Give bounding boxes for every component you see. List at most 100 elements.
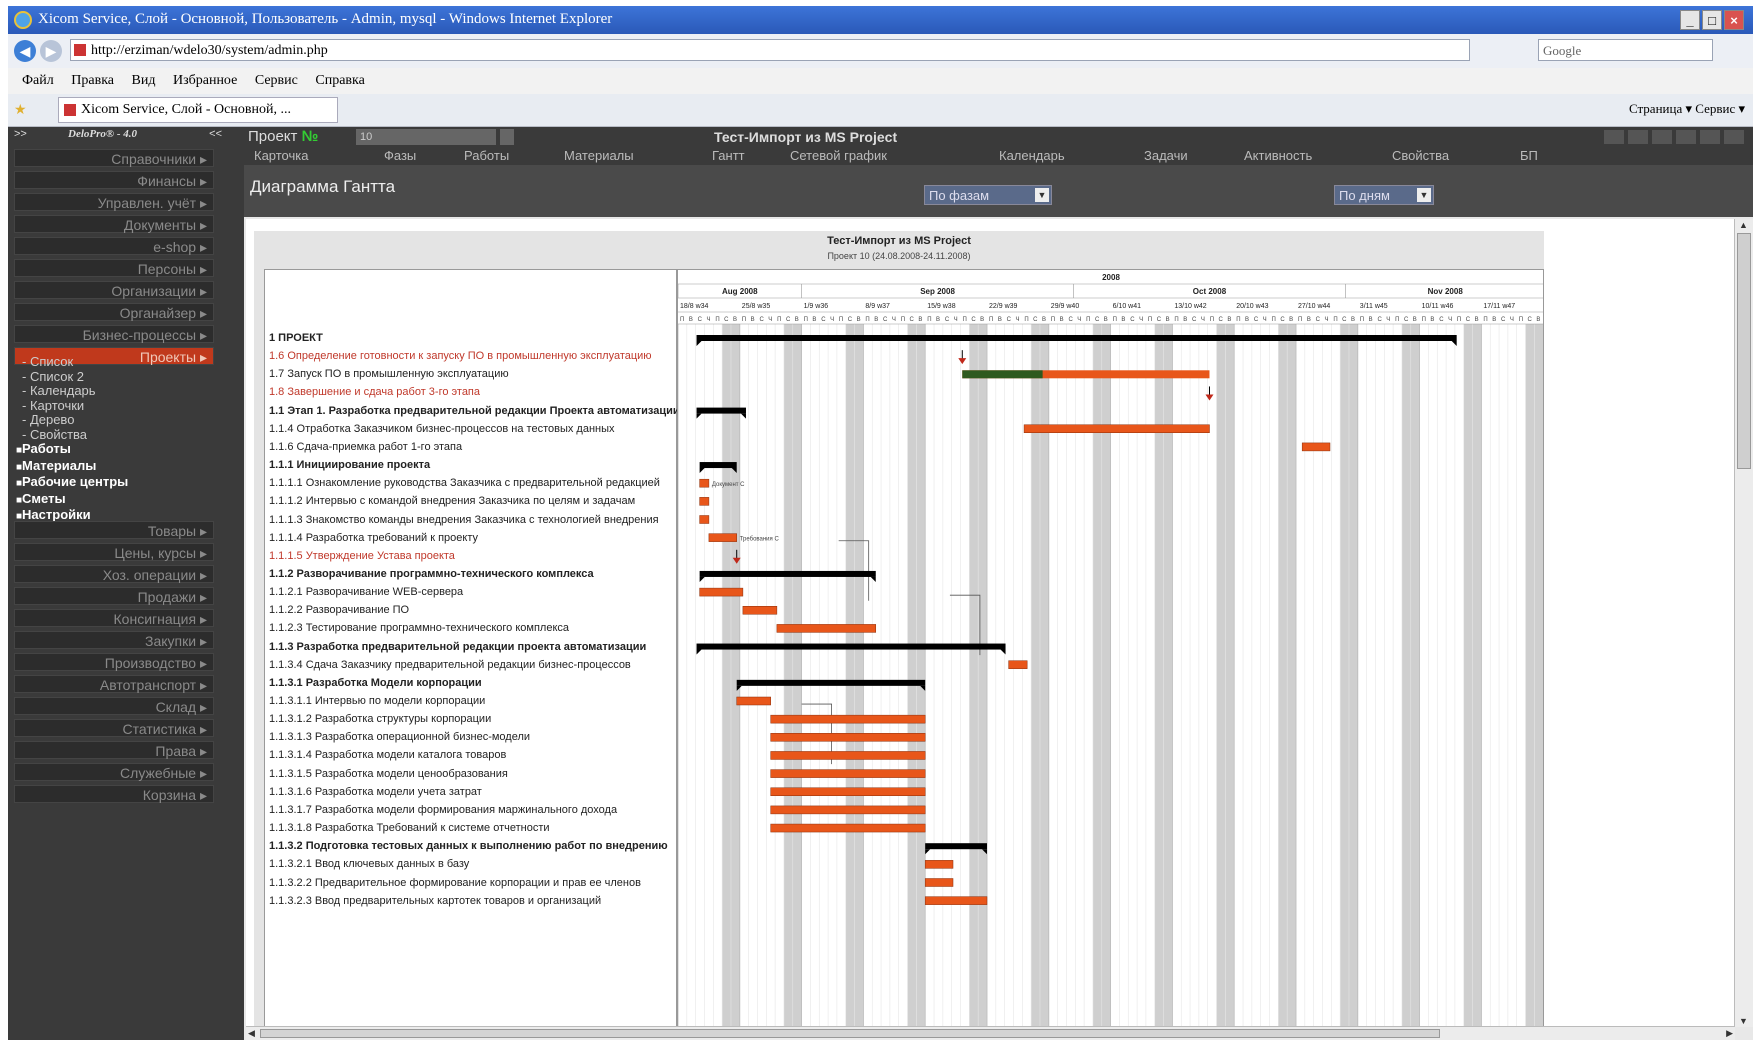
tab-2[interactable]: Фазы xyxy=(384,147,416,165)
command-bar[interactable]: Страница ▾ Сервис ▾ xyxy=(1629,101,1745,117)
sidebar-item[interactable]: Товары ▸ xyxy=(14,521,214,539)
task-name[interactable]: 1.1.3.4 Сдача Заказчику предварительной … xyxy=(269,659,677,671)
sidebar-item[interactable]: Продажи ▸ xyxy=(14,587,214,605)
horizontal-scroll-thumb[interactable] xyxy=(260,1029,1440,1038)
task-name[interactable]: 1.1.4 Отработка Заказчиком бизнес-процес… xyxy=(269,423,677,435)
task-name[interactable]: 1.1.2.2 Разворачивание ПО xyxy=(269,604,677,616)
submenu-item[interactable]: - Свойства xyxy=(16,427,236,443)
task-name[interactable]: 1.1.3.2.1 Ввод ключевых данных в базу xyxy=(269,858,677,870)
vertical-scrollbar[interactable]: ▲ ▼ xyxy=(1734,219,1753,1027)
submenu-item[interactable]: - Календарь xyxy=(16,383,236,399)
task-name[interactable]: 1.1.1.5 Утверждение Устава проекта xyxy=(269,550,677,562)
sidebar-item[interactable]: Организации ▸ xyxy=(14,281,214,299)
sidebar-item[interactable]: Служебные ▸ xyxy=(14,763,214,781)
sidebar-item[interactable]: Права ▸ xyxy=(14,741,214,759)
back-icon[interactable]: ◀ xyxy=(14,40,36,62)
menu-help[interactable]: Справка xyxy=(315,73,364,88)
project-lookup-button[interactable] xyxy=(500,129,514,145)
task-name[interactable]: 1.1.3.1.3 Разработка операционной бизнес… xyxy=(269,731,677,743)
tab-9[interactable]: Активность xyxy=(1244,147,1312,165)
collapse-button[interactable]: << xyxy=(209,128,222,140)
submenu-group[interactable]: Работы xyxy=(16,441,236,459)
menu-edit[interactable]: Правка xyxy=(71,73,114,88)
tab-3[interactable]: Работы xyxy=(464,147,509,165)
scroll-left-icon[interactable]: ◀ xyxy=(248,1028,255,1039)
task-name[interactable]: 1.1.3.1.2 Разработка структуры корпораци… xyxy=(269,713,677,725)
submenu-item[interactable]: - Список xyxy=(16,354,236,370)
task-name[interactable]: 1.1.1.1 Ознакомление руководства Заказчи… xyxy=(269,477,677,489)
task-name[interactable]: 1.1.3.1.8 Разработка Требований к систем… xyxy=(269,822,677,834)
task-name[interactable]: 1.1.3.1.4 Разработка модели каталога тов… xyxy=(269,749,677,761)
search-input[interactable]: Google xyxy=(1538,39,1713,61)
tab-1[interactable]: Карточка xyxy=(254,147,308,165)
task-name[interactable]: 1.1.1.4 Разработка требований к проекту xyxy=(269,532,677,544)
task-name[interactable]: 1.1.1.2 Интервью с командой внедрения За… xyxy=(269,495,677,507)
vertical-scroll-thumb[interactable] xyxy=(1737,233,1751,469)
submenu-item[interactable]: - Список 2 xyxy=(16,369,236,385)
url-field[interactable]: http://erziman/wdelo30/system/admin.php xyxy=(70,39,1470,61)
task-name[interactable]: 1.6 Определение готовности к запуску ПО … xyxy=(269,350,677,362)
task-name[interactable]: 1.1.1.3 Знакомство команды внедрения Зак… xyxy=(269,514,677,526)
tab-4[interactable]: Материалы xyxy=(564,147,634,165)
sidebar-item[interactable]: e-shop ▸ xyxy=(14,237,214,255)
task-name[interactable]: 1.1.2.1 Разворачивание WEB-сервера xyxy=(269,586,677,598)
group-by-select[interactable]: По фазам ▼ xyxy=(924,185,1052,205)
task-name[interactable]: 1.1.2 Разворачивание программно-техничес… xyxy=(269,568,677,580)
minimize-button[interactable]: _ xyxy=(1680,10,1700,30)
sidebar-item[interactable]: Органайзер ▸ xyxy=(14,303,214,321)
sidebar-item[interactable]: Склад ▸ xyxy=(14,697,214,715)
prev-record-icon[interactable] xyxy=(1628,130,1648,144)
sidebar-item[interactable]: Производство ▸ xyxy=(14,653,214,671)
submenu-item[interactable]: - Дерево xyxy=(16,412,236,428)
menu-favorites[interactable]: Избранное xyxy=(173,73,237,88)
menu-tools[interactable]: Сервис xyxy=(255,73,298,88)
task-name[interactable]: 1.1.2.3 Тестирование программно-техничес… xyxy=(269,622,677,634)
task-name[interactable]: 1.1.3.2 Подготовка тестовых данных к вып… xyxy=(269,840,677,852)
sidebar-item[interactable]: Персоны ▸ xyxy=(14,259,214,277)
submenu-group[interactable]: Сметы xyxy=(16,491,236,509)
sidebar-item[interactable]: Управлен. учёт ▸ xyxy=(14,193,214,211)
browser-tab[interactable]: Xicom Service, Слой - Основной, ... xyxy=(58,97,338,123)
task-name[interactable]: 1.1.3.1.6 Разработка модели учета затрат xyxy=(269,786,677,798)
tab-10[interactable]: Свойства xyxy=(1392,147,1449,165)
scroll-down-icon[interactable]: ▼ xyxy=(1739,1016,1748,1026)
task-name[interactable]: 1.1.3.1.5 Разработка модели ценообразова… xyxy=(269,768,677,780)
task-name[interactable]: 1.1.3 Разработка предварительной редакци… xyxy=(269,641,677,653)
tab-5[interactable]: Гантт xyxy=(712,147,745,165)
scroll-right-icon[interactable]: ▶ xyxy=(1726,1028,1733,1039)
task-name[interactable]: 1.1 Этап 1. Разработка предварительной р… xyxy=(269,405,677,417)
task-name[interactable]: 1.1.6 Сдача-приемка работ 1-го этапа xyxy=(269,441,677,453)
close-button[interactable]: × xyxy=(1724,10,1744,30)
forward-icon[interactable]: ▶ xyxy=(40,40,62,62)
task-name[interactable]: 1 ПРОЕКТ xyxy=(269,332,677,344)
task-name[interactable]: 1.1.1 Инициирование проекта xyxy=(269,459,677,471)
scroll-up-icon[interactable]: ▲ xyxy=(1739,220,1748,230)
menu-file[interactable]: Файл xyxy=(22,73,54,88)
tab-6[interactable]: Сетевой график xyxy=(790,147,887,165)
task-name[interactable]: 1.1.3.2.3 Ввод предварительных картотек … xyxy=(269,895,677,907)
add-record-icon[interactable] xyxy=(1700,130,1720,144)
submenu-item[interactable]: - Карточки xyxy=(16,398,236,414)
submenu-group[interactable]: Материалы xyxy=(16,458,236,476)
menu-view[interactable]: Вид xyxy=(132,73,156,88)
submenu-group[interactable]: Рабочие центры xyxy=(16,474,236,492)
project-number-field[interactable]: 10 xyxy=(356,129,496,145)
tab-7[interactable]: Календарь xyxy=(999,147,1065,165)
sidebar-item[interactable]: Финансы ▸ xyxy=(14,171,214,189)
sidebar-item[interactable]: Статистика ▸ xyxy=(14,719,214,737)
sidebar-item[interactable]: Автотранспорт ▸ xyxy=(14,675,214,693)
next-record-icon[interactable] xyxy=(1652,130,1672,144)
maximize-button[interactable]: □ xyxy=(1702,10,1722,30)
sidebar-item[interactable]: Закупки ▸ xyxy=(14,631,214,649)
horizontal-scrollbar[interactable]: ◀ ▶ xyxy=(246,1026,1735,1040)
last-record-icon[interactable] xyxy=(1676,130,1696,144)
task-name[interactable]: 1.8 Завершение и сдача работ 3-го этапа xyxy=(269,386,677,398)
task-name[interactable]: 1.1.3.1.7 Разработка модели формирования… xyxy=(269,804,677,816)
sidebar-item[interactable]: Документы ▸ xyxy=(14,215,214,233)
sidebar-item[interactable]: Справочники ▸ xyxy=(14,149,214,167)
task-name[interactable]: 1.7 Запуск ПО в промышленную эксплуатаци… xyxy=(269,368,677,380)
sidebar-item[interactable]: Корзина ▸ xyxy=(14,785,214,803)
delete-record-icon[interactable] xyxy=(1724,130,1744,144)
sidebar-item[interactable]: Консигнация ▸ xyxy=(14,609,214,627)
task-name[interactable]: 1.1.3.1.1 Интервью по модели корпорации xyxy=(269,695,677,707)
